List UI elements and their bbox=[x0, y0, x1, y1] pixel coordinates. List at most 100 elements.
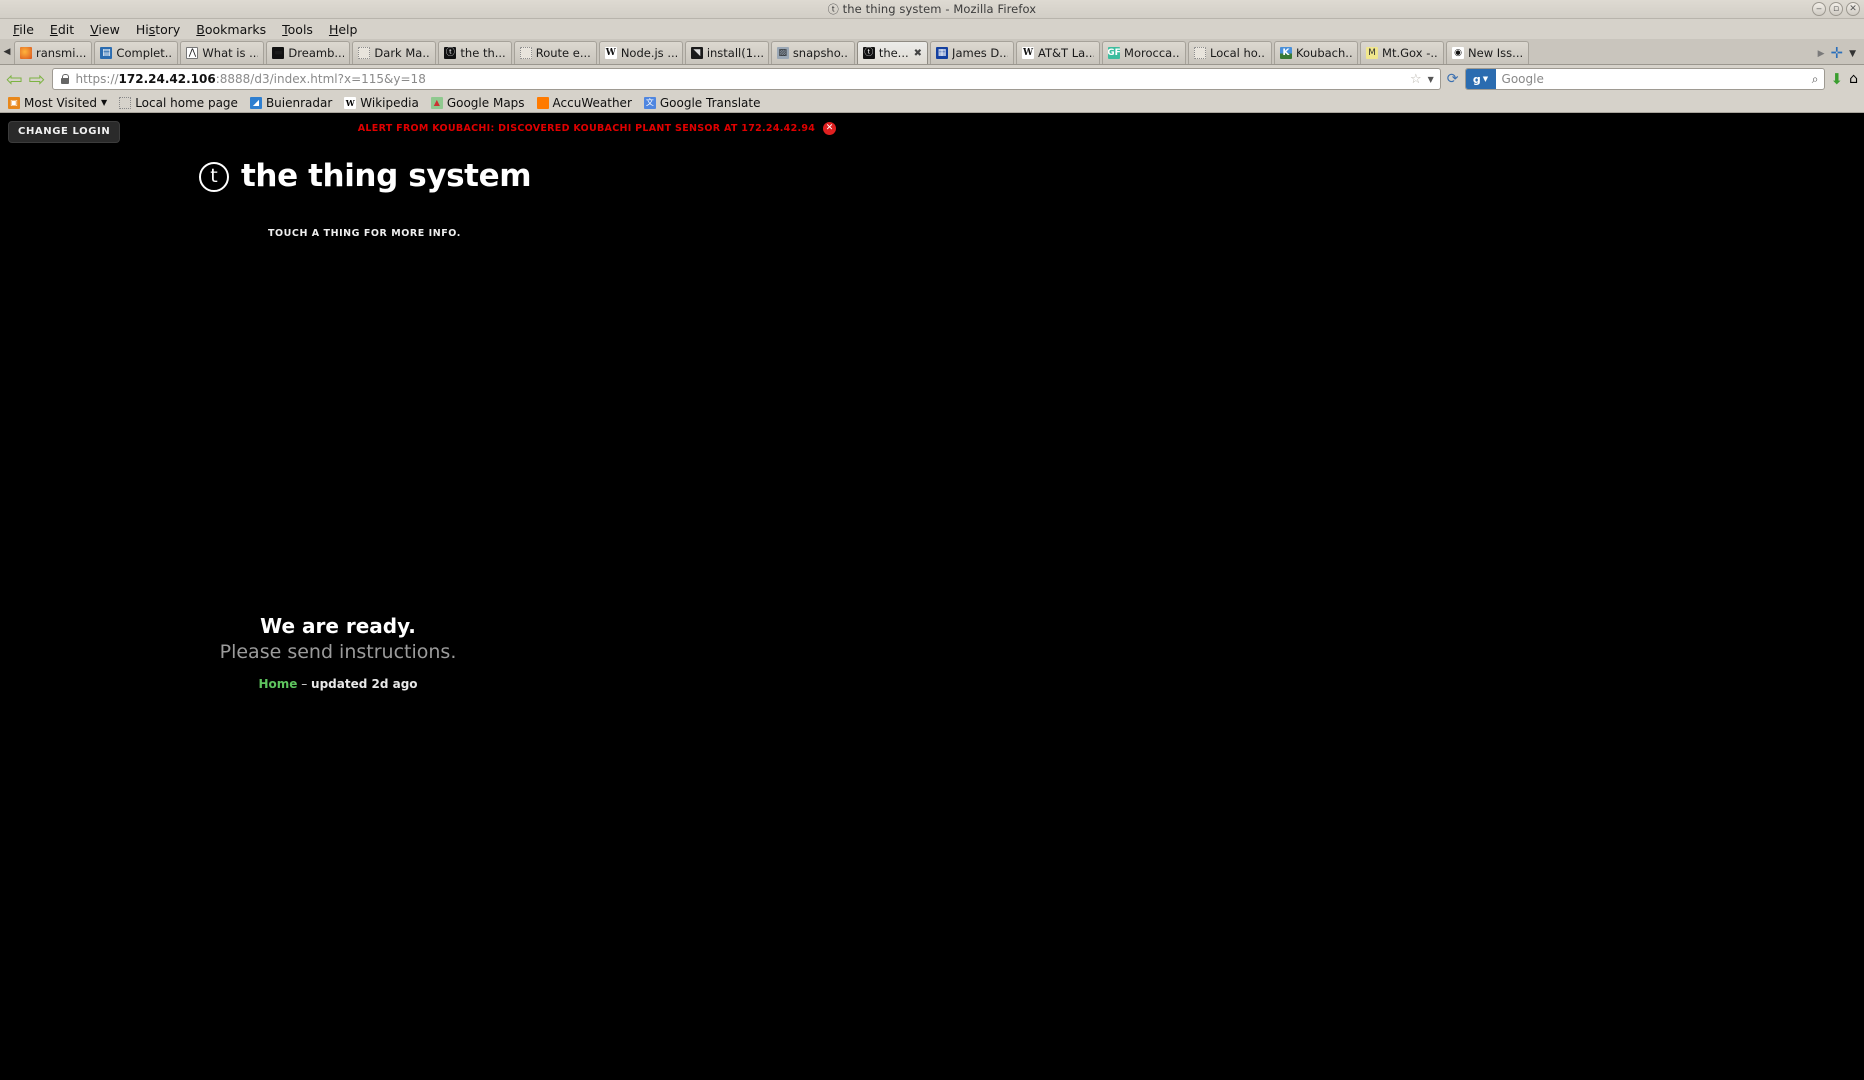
wikipedia-icon: W bbox=[344, 96, 357, 109]
status-block: We are ready. Please send instructions. … bbox=[0, 613, 676, 691]
wikipedia-icon: W bbox=[1022, 47, 1035, 59]
back-button[interactable]: ⇦ bbox=[6, 69, 23, 89]
koubachi-icon: K bbox=[1280, 47, 1293, 59]
tab-scroll-right-icon[interactable]: ▶ bbox=[1818, 49, 1825, 59]
thing-system-icon: ⓣ bbox=[827, 3, 839, 16]
menu-edit-label: dit bbox=[57, 21, 75, 37]
browser-tab[interactable]: ▨ snapsho... bbox=[770, 41, 855, 64]
alert-dismiss-button[interactable]: ✕ bbox=[823, 122, 837, 135]
tab-label: Koubach... bbox=[1296, 46, 1353, 60]
bookmark-label: Buienradar bbox=[265, 95, 333, 110]
browser-tab[interactable]: GFMorocca... bbox=[1102, 41, 1187, 64]
bookmark-item[interactable]: 文 Google Translate bbox=[643, 96, 761, 110]
url-text: https://172.24.42.106:8888/d3/index.html… bbox=[76, 72, 426, 86]
downloads-icon[interactable]: ⬇ bbox=[1831, 71, 1844, 87]
search-input[interactable]: Google bbox=[1496, 72, 1812, 86]
status-updated: updated 2d ago bbox=[311, 676, 418, 691]
browser-tab[interactable]: ▬ Dreamb... bbox=[266, 41, 351, 64]
bookmark-label: Most Visited bbox=[24, 95, 98, 110]
bookmark-label: AccuWeather bbox=[552, 95, 632, 110]
browser-tab[interactable]: Route e... bbox=[513, 41, 597, 64]
reload-icon[interactable]: ⟳ bbox=[1447, 71, 1459, 87]
browser-tab[interactable]: ◥ install(1... bbox=[684, 41, 769, 64]
tab-label: Local ho... bbox=[1210, 46, 1267, 60]
browser-tab[interactable]: W Node.js ... bbox=[598, 41, 683, 64]
search-engine-selector[interactable]: g ▼ bbox=[1465, 69, 1496, 89]
tab-label: Node.js ... bbox=[620, 46, 677, 60]
google-translate-icon: 文 bbox=[643, 96, 656, 109]
tab-close-icon[interactable]: ✖ bbox=[914, 48, 922, 59]
status-subline: Please send instructions. bbox=[219, 641, 457, 663]
chevron-down-icon[interactable]: ▼ bbox=[101, 98, 107, 107]
title-bar: ⓣ the thing system - Mozilla Firefox ‒ ▫… bbox=[0, 0, 1864, 19]
browser-tab[interactable]: ◉ New Iss... bbox=[1446, 41, 1530, 64]
image-icon: ▨ bbox=[776, 47, 789, 59]
compass-icon: ⋀ bbox=[186, 47, 199, 59]
chevron-down-icon[interactable]: ▼ bbox=[1428, 75, 1434, 84]
bookmark-item[interactable]: ▲ Google Maps bbox=[430, 96, 525, 110]
bookmark-star-icon[interactable]: ☆ bbox=[1410, 72, 1422, 87]
web-page-content: CHANGE LOGIN ALERT FROM KOUBACHI: DISCOV… bbox=[0, 113, 1864, 1080]
blank-page-icon bbox=[119, 96, 132, 109]
page-title: the thing system bbox=[241, 158, 532, 194]
maximize-button[interactable]: ▫ bbox=[1829, 2, 1843, 16]
bookmark-label: Wikipedia bbox=[360, 95, 419, 110]
new-tab-button[interactable]: ✛ bbox=[1831, 46, 1844, 61]
browser-tab[interactable]: ransmi... bbox=[14, 41, 93, 64]
menu-file[interactable]: File bbox=[6, 21, 41, 38]
ff-icon bbox=[20, 47, 32, 59]
bookmark-item[interactable]: AccuWeather bbox=[536, 95, 632, 110]
home-place-link[interactable]: Home bbox=[258, 677, 297, 691]
tab-label: install(1... bbox=[706, 46, 763, 60]
tab-label: the th... bbox=[460, 46, 506, 60]
browser-tab[interactable]: K Koubach... bbox=[1274, 41, 1359, 64]
bookmark-item[interactable]: ◢ Buienradar bbox=[249, 95, 333, 110]
url-bar[interactable]: https://172.24.42.106:8888/d3/index.html… bbox=[51, 68, 1441, 90]
browser-tab[interactable]: ⋀ What is ... bbox=[180, 41, 265, 64]
monitor-icon: ▬ bbox=[272, 47, 285, 59]
tab-label: Mt.Gox -... bbox=[1382, 46, 1439, 60]
menu-bookmarks[interactable]: Bookmarks bbox=[189, 21, 273, 38]
forward-button[interactable]: ⇨ bbox=[29, 69, 46, 89]
bookmark-item[interactable]: Local home page bbox=[119, 96, 238, 110]
browser-tab[interactable]: ⓣ the... ✖ bbox=[856, 41, 929, 64]
chevron-down-icon: ▼ bbox=[1482, 75, 1489, 83]
menu-view[interactable]: View bbox=[83, 21, 127, 38]
home-icon[interactable]: ⌂ bbox=[1849, 71, 1858, 87]
tab-list-icon[interactable]: ▼ bbox=[1849, 49, 1856, 59]
browser-tab[interactable]: Dark Ma... bbox=[352, 41, 437, 64]
browser-tab[interactable]: Local ho... bbox=[1188, 41, 1273, 64]
lock-icon bbox=[59, 73, 71, 85]
browser-tab[interactable]: ⓣ the th... bbox=[438, 41, 512, 64]
menu-history[interactable]: History bbox=[129, 21, 187, 38]
thing-system-logo-icon: t bbox=[199, 161, 229, 192]
tab-label: Morocca... bbox=[1124, 46, 1181, 60]
alert-banner: ALERT FROM KOUBACHI: DISCOVERED KOUBACHI… bbox=[0, 122, 1529, 135]
bookmark-label: Local home page bbox=[135, 95, 238, 110]
minimize-button[interactable]: ‒ bbox=[1812, 2, 1826, 16]
calendar-icon: ▦ bbox=[936, 47, 949, 59]
browser-tab[interactable]: M Mt.Gox -... bbox=[1360, 41, 1445, 64]
brand-logo: t the thing system bbox=[199, 158, 532, 194]
tab-scroll-left-icon[interactable]: ◀ bbox=[0, 40, 14, 64]
menu-help[interactable]: Help bbox=[322, 21, 365, 38]
alert-text: ALERT FROM KOUBACHI: DISCOVERED KOUBACHI… bbox=[357, 123, 816, 134]
search-bar[interactable]: g ▼ Google ⌕ bbox=[1464, 68, 1825, 90]
blank-page-icon bbox=[519, 47, 532, 59]
menu-tools[interactable]: Tools bbox=[275, 21, 320, 38]
close-button[interactable]: ✕ bbox=[1846, 2, 1860, 16]
google-maps-icon: ▲ bbox=[430, 96, 443, 109]
menu-edit[interactable]: Edit bbox=[43, 21, 81, 38]
menu-view-label: iew bbox=[98, 21, 120, 37]
bookmark-item[interactable]: W Wikipedia bbox=[344, 96, 419, 110]
bookmark-item[interactable]: ▣ Most Visited ▼ bbox=[8, 96, 107, 110]
tab-label: AT&T La... bbox=[1038, 46, 1095, 60]
browser-tab[interactable]: ▦ James D... bbox=[930, 41, 1015, 64]
mtgox-icon: M bbox=[1366, 47, 1379, 59]
browser-tab[interactable]: ▤ Complet... bbox=[94, 41, 179, 64]
search-icon[interactable]: ⌕ bbox=[1812, 72, 1824, 87]
tab-label: New Iss... bbox=[1468, 46, 1524, 60]
status-separator: – bbox=[297, 676, 312, 691]
status-headline: We are ready. bbox=[260, 614, 416, 638]
browser-tab[interactable]: W AT&T La... bbox=[1016, 41, 1101, 64]
